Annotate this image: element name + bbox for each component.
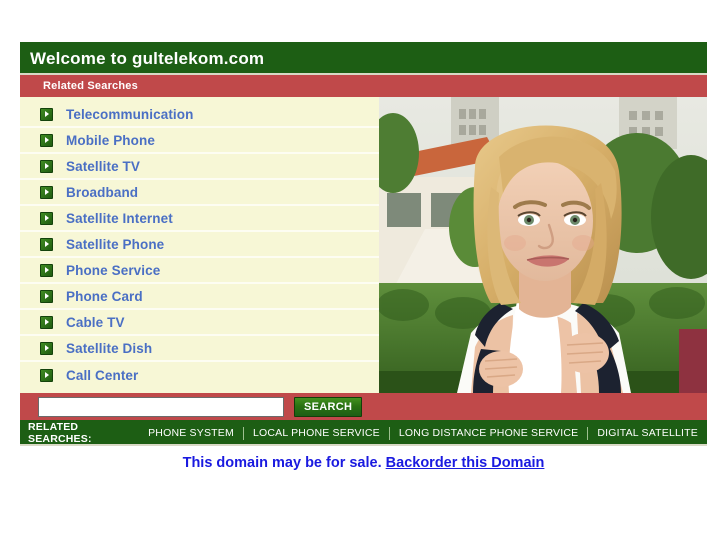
footer-related-searches: RELATED SEARCHES: PHONE SYSTEM LOCAL PHON…	[20, 421, 707, 446]
content-frame: Welcome to gultelekom.com Related Search…	[20, 44, 707, 446]
related-link-label[interactable]: Satellite Internet	[66, 211, 173, 226]
related-link-item[interactable]: Broadband	[20, 180, 379, 206]
arrow-right-icon	[40, 237, 53, 251]
related-link-label[interactable]: Call Center	[66, 368, 138, 383]
related-link-item[interactable]: Phone Card	[20, 284, 379, 310]
hero-photo	[379, 97, 707, 393]
footer-link[interactable]: LONG DISTANCE PHONE SERVICE	[390, 427, 587, 439]
search-input[interactable]	[38, 396, 284, 417]
related-link-label[interactable]: Broadband	[66, 185, 138, 200]
page-root: Welcome to gultelekom.com Related Search…	[0, 0, 727, 545]
related-link-label[interactable]: Phone Service	[66, 263, 160, 278]
related-searches-bar: Related Searches	[20, 75, 707, 97]
related-searches-title: Related Searches	[43, 80, 138, 92]
arrow-right-icon	[40, 159, 53, 173]
backorder-domain-link[interactable]: Backorder this Domain	[386, 455, 545, 471]
related-link-item[interactable]: Satellite Internet	[20, 206, 379, 232]
footer-link[interactable]: LOCAL PHONE SERVICE	[244, 427, 389, 439]
footer-link[interactable]: DIGITAL SATELLITE	[588, 427, 707, 439]
arrow-right-icon	[40, 133, 53, 147]
related-link-item[interactable]: Telecommunication	[20, 102, 379, 128]
related-link-item[interactable]: Call Center	[20, 362, 379, 388]
related-link-label[interactable]: Satellite Dish	[66, 341, 152, 356]
arrow-right-icon	[40, 289, 53, 303]
related-link-item[interactable]: Satellite Dish	[20, 336, 379, 362]
related-link-label[interactable]: Cable TV	[66, 315, 125, 330]
footer-link[interactable]: PHONE SYSTEM	[139, 427, 243, 439]
related-link-item[interactable]: Satellite Phone	[20, 232, 379, 258]
related-link-label[interactable]: Mobile Phone	[66, 133, 155, 148]
related-link-item[interactable]: Cable TV	[20, 310, 379, 336]
arrow-right-icon	[40, 341, 53, 355]
arrow-right-icon	[40, 263, 53, 277]
site-header: Welcome to gultelekom.com	[20, 44, 707, 75]
related-link-label[interactable]: Telecommunication	[66, 107, 193, 122]
related-link-label[interactable]: Satellite Phone	[66, 237, 164, 252]
sale-text: This domain may be for sale.	[182, 455, 382, 471]
arrow-right-icon	[40, 211, 53, 225]
related-links-list: Telecommunication Mobile Phone Satellite T…	[20, 97, 379, 393]
arrow-right-icon	[40, 185, 53, 199]
arrow-right-icon	[40, 107, 53, 121]
main-content: Telecommunication Mobile Phone Satellite T…	[20, 97, 707, 393]
related-link-item[interactable]: Satellite TV	[20, 154, 379, 180]
related-link-label[interactable]: Phone Card	[66, 289, 143, 304]
arrow-right-icon	[40, 368, 53, 382]
domain-sale-notice: This domain may be for sale. Backorder t…	[0, 455, 727, 471]
search-button[interactable]: SEARCH	[294, 396, 363, 417]
arrow-right-icon	[40, 315, 53, 329]
footer-label: RELATED SEARCHES:	[28, 421, 92, 445]
footer-items: PHONE SYSTEM LOCAL PHONE SERVICE LONG DIST…	[139, 426, 707, 440]
related-link-item[interactable]: Phone Service	[20, 258, 379, 284]
related-link-item[interactable]: Mobile Phone	[20, 128, 379, 154]
related-link-label[interactable]: Satellite TV	[66, 159, 140, 174]
search-bar: SEARCH	[20, 393, 707, 422]
page-title: Welcome to gultelekom.com	[30, 49, 265, 68]
hero-photo-image	[379, 97, 707, 393]
